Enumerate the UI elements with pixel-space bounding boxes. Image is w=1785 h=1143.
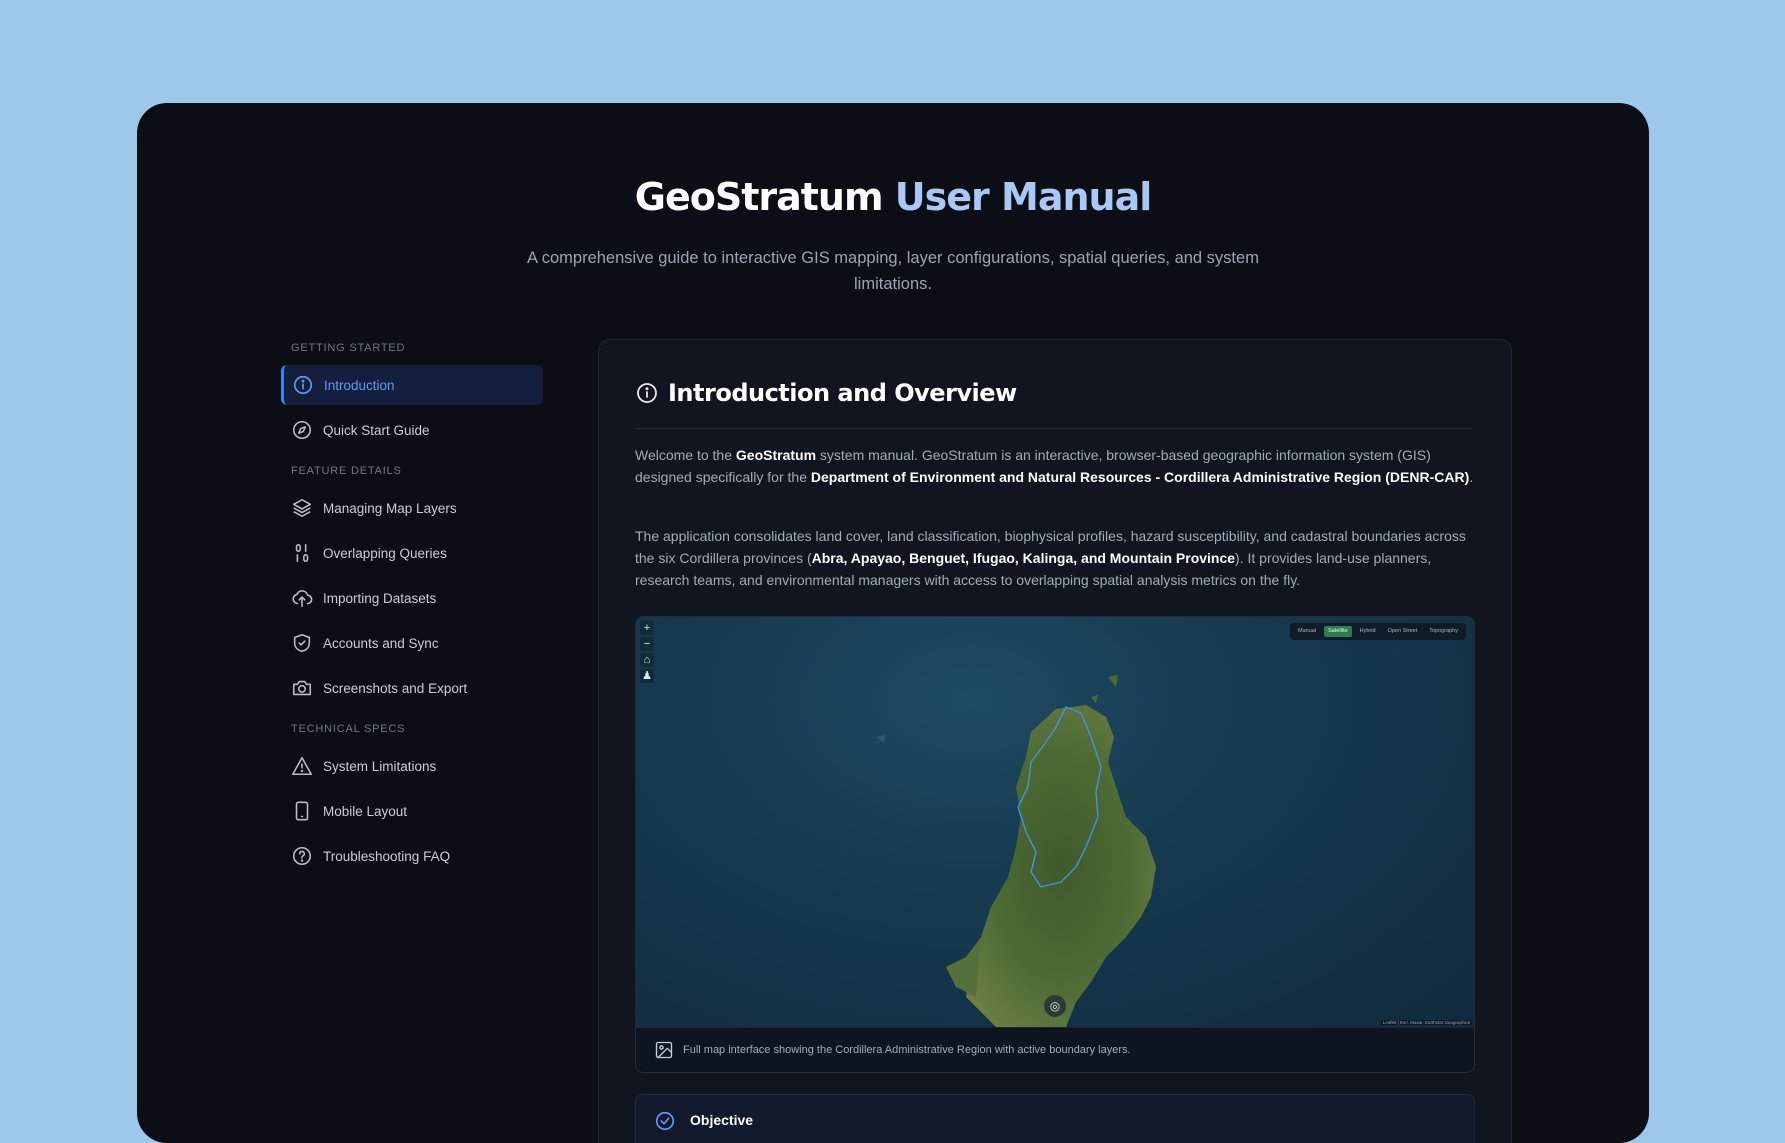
map-attribution: Leaflet | Esri, Maxar, Earthstar Geograp… bbox=[1380, 1020, 1472, 1025]
nav-section-heading: GETTING STARTED bbox=[291, 342, 406, 354]
content-panel: Introduction and Overview Welcome to the… bbox=[598, 339, 1512, 1143]
satellite-map-graphic bbox=[876, 675, 1156, 1027]
objective-label: Objective bbox=[690, 1112, 754, 1128]
zoom-out-button[interactable]: − bbox=[640, 637, 654, 651]
sidebar-item-label: Quick Start Guide bbox=[323, 422, 430, 438]
text: . bbox=[1469, 469, 1474, 485]
info-icon bbox=[292, 374, 314, 396]
sidebar-item-introduction[interactable]: Introduction bbox=[281, 365, 543, 405]
overview-paragraph: The application consolidates land cover,… bbox=[635, 525, 1475, 591]
sidebar-item-label: Screenshots and Export bbox=[323, 680, 468, 696]
intro-paragraph: Welcome to the GeoStratum system manual.… bbox=[635, 444, 1475, 488]
sidebar-item-system-limitations[interactable]: System Limitations bbox=[281, 746, 543, 786]
bold-text: GeoStratum bbox=[735, 447, 817, 463]
sidebar-item-troubleshooting[interactable]: Troubleshooting FAQ bbox=[281, 836, 543, 876]
title-accent: User Manual bbox=[894, 175, 1152, 219]
sidebar-item-importing-datasets[interactable]: Importing Datasets bbox=[281, 578, 543, 618]
check-circle-icon bbox=[655, 1111, 675, 1131]
sidebar-item-label: Introduction bbox=[324, 377, 395, 393]
bold-text: Abra, Apayao, Benguet, Ifugao, Kalinga, … bbox=[811, 550, 1236, 566]
basemap-option[interactable]: Topography bbox=[1425, 626, 1462, 637]
app-window: GeoStratum User Manual A comprehensive g… bbox=[137, 103, 1649, 1143]
locate-button[interactable]: ◎ bbox=[1044, 995, 1066, 1017]
sidebar-item-accounts-sync[interactable]: Accounts and Sync bbox=[281, 623, 543, 663]
basemap-option-selected[interactable]: Satellite bbox=[1324, 626, 1352, 637]
warning-icon bbox=[291, 755, 313, 777]
objective-callout: Objective bbox=[635, 1094, 1475, 1143]
basemap-switcher: Manual Satellite Hybrid Open Street Topo… bbox=[1290, 623, 1466, 640]
person-icon[interactable]: ♟ bbox=[640, 669, 654, 683]
basemap-option[interactable]: Hybrid bbox=[1356, 626, 1380, 637]
info-icon bbox=[637, 383, 657, 403]
sidebar-item-screenshots-export[interactable]: Screenshots and Export bbox=[281, 668, 543, 708]
section-header: Introduction and Overview bbox=[635, 376, 1473, 429]
smartphone-icon bbox=[291, 800, 313, 822]
sidebar-item-quick-start[interactable]: Quick Start Guide bbox=[281, 410, 543, 450]
sidebar-item-overlapping-queries[interactable]: Overlapping Queries bbox=[281, 533, 543, 573]
title-main: GeoStratum bbox=[634, 175, 884, 219]
sidebar-item-label: Managing Map Layers bbox=[323, 500, 457, 516]
binary-icon bbox=[291, 542, 313, 564]
basemap-option[interactable]: Manual bbox=[1294, 626, 1320, 637]
page-subtitle: A comprehensive guide to interactive GIS… bbox=[527, 249, 1259, 293]
sidebar-item-label: Importing Datasets bbox=[323, 590, 437, 606]
bold-text: Department of Environment and Natural Re… bbox=[810, 469, 1470, 485]
shield-check-icon bbox=[291, 632, 313, 654]
sidebar-item-mobile-layout[interactable]: Mobile Layout bbox=[281, 791, 543, 831]
layers-icon bbox=[291, 497, 313, 519]
camera-icon bbox=[291, 677, 313, 699]
help-circle-icon bbox=[291, 845, 313, 867]
home-button[interactable]: ⌂ bbox=[640, 653, 654, 667]
text: Welcome to the bbox=[635, 447, 736, 463]
caption-text: Full map interface showing the Cordiller… bbox=[683, 1044, 1131, 1056]
sidebar-nav: GETTING STARTED Introduction Quick Start… bbox=[281, 339, 543, 881]
sidebar-item-label: Troubleshooting FAQ bbox=[323, 848, 451, 864]
sidebar-item-map-layers[interactable]: Managing Map Layers bbox=[281, 488, 543, 528]
compass-icon bbox=[291, 419, 313, 441]
figure-caption: Full map interface showing the Cordiller… bbox=[636, 1027, 1474, 1072]
nav-section-heading: TECHNICAL SPECS bbox=[291, 723, 406, 735]
sidebar-item-label: Accounts and Sync bbox=[323, 635, 439, 651]
page-title: GeoStratum User Manual bbox=[137, 175, 1649, 219]
sidebar-item-label: System Limitations bbox=[323, 758, 437, 774]
map-image: + − ⌂ ♟ Manual Satellite Hybrid Open Str… bbox=[636, 617, 1474, 1027]
map-controls: + − ⌂ ♟ bbox=[640, 621, 654, 683]
cloud-upload-icon bbox=[291, 587, 313, 609]
sidebar-item-label: Overlapping Queries bbox=[323, 545, 447, 561]
nav-section-heading: FEATURE DETAILS bbox=[291, 465, 402, 477]
section-title: Introduction and Overview bbox=[668, 379, 1017, 407]
basemap-option[interactable]: Open Street bbox=[1384, 626, 1422, 637]
map-screenshot-figure: + − ⌂ ♟ Manual Satellite Hybrid Open Str… bbox=[635, 616, 1475, 1073]
sidebar-item-label: Mobile Layout bbox=[323, 803, 408, 819]
image-icon bbox=[655, 1041, 673, 1059]
zoom-in-button[interactable]: + bbox=[640, 621, 654, 635]
